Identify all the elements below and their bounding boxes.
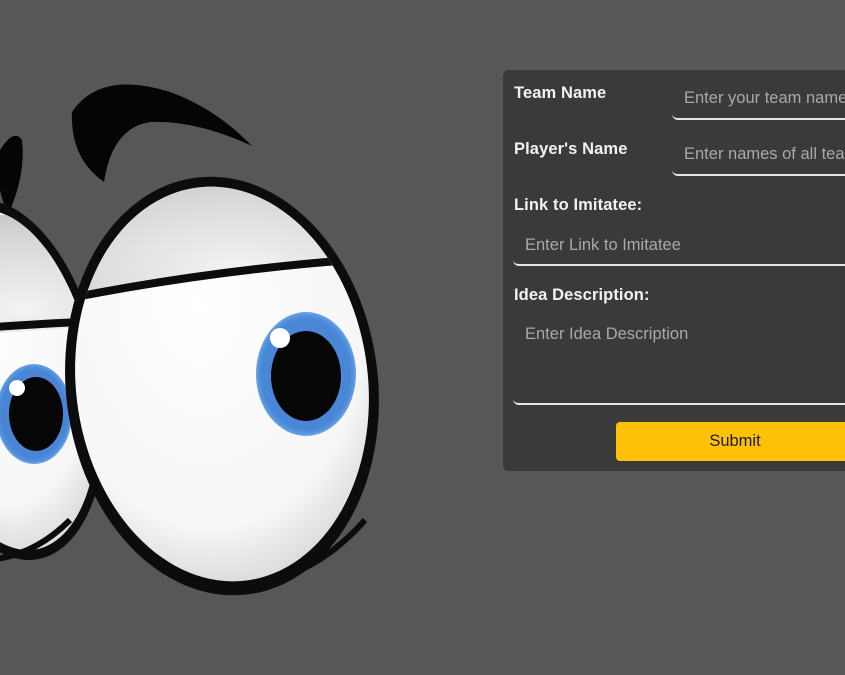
- right-eye: [59, 170, 381, 596]
- submit-button[interactable]: Submit: [616, 422, 845, 461]
- players-name-label: Player's Name: [514, 140, 628, 158]
- idea-description-label: Idea Description:: [514, 286, 650, 304]
- imitatee-link-label: Link to Imitatee:: [514, 196, 643, 214]
- players-name-input[interactable]: [672, 135, 845, 176]
- page-root: Team Name Player's Name Link to Imitatee…: [0, 0, 845, 675]
- cartoon-eyes-illustration: [0, 84, 381, 596]
- idea-description-textarea[interactable]: [513, 316, 845, 405]
- team-name-label: Team Name: [514, 84, 607, 102]
- team-name-input[interactable]: [672, 79, 845, 120]
- left-eyebrow: [0, 135, 23, 215]
- idea-submission-form: Team Name Player's Name Link to Imitatee…: [503, 70, 845, 471]
- imitatee-link-input[interactable]: [513, 226, 845, 266]
- right-eyebrow: [71, 84, 252, 182]
